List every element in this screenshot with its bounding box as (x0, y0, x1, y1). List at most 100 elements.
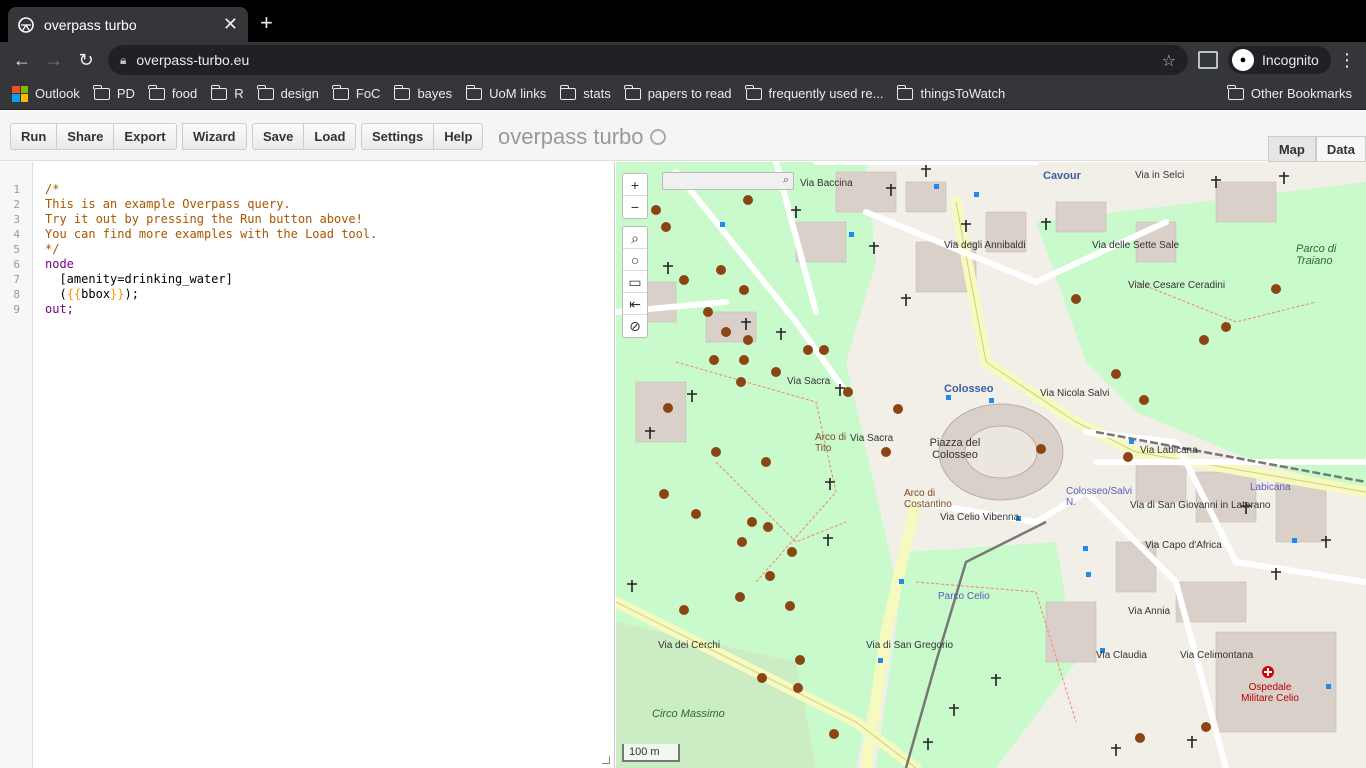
primary-button-group: Run Share Export (10, 123, 177, 150)
bookmark-folder[interactable]: stats (559, 84, 611, 101)
map-label: Via delle Sette Sale (1092, 240, 1180, 251)
map-label: Colosseo (944, 383, 994, 395)
tab-map[interactable]: Map (1267, 136, 1316, 162)
microsoft-logo-icon (12, 85, 28, 102)
map-label: Labicana (1250, 482, 1291, 493)
bookmark-label: food (171, 86, 198, 101)
app-brand: overpass turbo (498, 124, 666, 150)
lock-icon[interactable]: 🔒︎ (120, 53, 126, 68)
map-layers-icon[interactable]: ▭ (623, 271, 647, 293)
bookmark-folder[interactable]: frequently used re... (745, 84, 883, 101)
fullscreen-icon[interactable]: ⇤ (623, 293, 647, 315)
code-line: /* (45, 182, 60, 196)
bookmark-star-icon[interactable]: ☆ (1162, 51, 1176, 71)
cast-icon[interactable] (1198, 51, 1218, 69)
folder-icon (332, 84, 349, 100)
settings-button[interactable]: Settings (361, 123, 435, 150)
map-label: Via Capo d'Africa (1145, 540, 1222, 551)
url-text: overpass-turbo.eu (136, 52, 250, 68)
share-button[interactable]: Share (57, 123, 115, 150)
overpass-favicon-icon (18, 16, 34, 33)
folder-icon (393, 84, 411, 100)
bookmark-folder[interactable]: FoC (332, 84, 380, 101)
bookmark-folder[interactable]: papers to read (624, 84, 732, 101)
map-canvas[interactable] (616, 162, 1366, 768)
bookmark-folder[interactable]: design (257, 84, 319, 101)
code-line: ({{bbox}}); (45, 287, 139, 301)
zoom-out-icon[interactable]: − (623, 196, 647, 218)
map-label: Parco Celio (938, 591, 990, 602)
map-view[interactable] (616, 162, 1366, 768)
folder-icon (745, 84, 762, 100)
zoom-to-data-icon[interactable]: ⌕ (623, 227, 647, 249)
line-number: 7 (13, 273, 20, 286)
wizard-button[interactable]: Wizard (182, 123, 247, 150)
view-tabs: Map Data (1267, 136, 1366, 162)
map-label: Parco di Traiano (1296, 243, 1337, 267)
bookmark-label: Outlook (35, 86, 80, 101)
export-button[interactable]: Export (114, 123, 177, 150)
browser-menu-icon[interactable]: ⋮ (1338, 50, 1356, 70)
folder-icon (465, 84, 483, 100)
map-label: Via Labicana (1140, 445, 1198, 456)
folder-icon (1227, 84, 1244, 100)
line-number-gutter: 1 2 3 4 5 6 7 8 9 (0, 162, 33, 768)
line-number: 5 (13, 243, 20, 256)
save-button[interactable]: Save (252, 123, 305, 150)
load-button[interactable]: Load (304, 123, 357, 150)
map-label: Via Sacra (850, 433, 894, 444)
line-number: 9 (13, 303, 20, 316)
code-line: */ (45, 242, 60, 256)
folder-icon (210, 84, 228, 100)
query-editor[interactable]: 1 2 3 4 5 6 7 8 9 /* This is an example … (0, 162, 615, 768)
tab-title: overpass turbo (44, 16, 137, 33)
new-tab-icon[interactable]: + (260, 12, 273, 34)
bookmark-label: thingsToWatch (920, 86, 1006, 101)
map-label: Via degli Annibaldi (944, 240, 1026, 251)
folder-icon (559, 84, 577, 100)
profile-button[interactable]: ● Incognito (1228, 46, 1331, 74)
bookmark-folder[interactable]: bayes (393, 84, 452, 101)
app-toolbar: Run Share Export Wizard Save Load Settin… (0, 111, 1366, 161)
forward-icon[interactable]: → (44, 50, 64, 70)
map-label: Arco di Tito (815, 432, 847, 454)
map-tools: ⌕ ○ ▭ ⇤ ⊘ (622, 226, 648, 338)
map-search-input[interactable]: ⌕ (662, 172, 794, 190)
help-button[interactable]: Help (434, 123, 484, 150)
editor-resize-handle[interactable] (602, 756, 610, 764)
map-label: Circo Massimo (652, 708, 725, 720)
folder-icon (624, 84, 641, 100)
folder-icon (257, 84, 274, 100)
zoom-in-icon[interactable]: + (623, 174, 647, 196)
bookmark-label: R (234, 86, 244, 101)
other-bookmarks-folder[interactable]: Other Bookmarks (1227, 84, 1352, 101)
run-button[interactable]: Run (10, 123, 58, 150)
search-icon[interactable]: ⌕ (783, 174, 789, 187)
line-number: 1 (13, 183, 20, 196)
bookmark-item[interactable]: Outlook (12, 85, 80, 102)
settings-button-group: Settings Help (361, 123, 484, 150)
zoom-control: + − (622, 173, 648, 219)
scale-bar: 100 m (622, 744, 680, 762)
bookmark-folder[interactable]: PD (93, 84, 135, 101)
address-bar[interactable]: 🔒︎ overpass-turbo.eu ☆ (108, 45, 1188, 75)
back-icon[interactable]: ← (12, 50, 32, 70)
code-line: node (45, 257, 74, 271)
bookmark-folder[interactable]: food (148, 84, 198, 101)
clear-data-icon[interactable]: ⊘ (623, 315, 647, 337)
map-label: Via Annia (1128, 606, 1171, 617)
bookmark-label: design (280, 86, 319, 101)
map-label: Via Sacra (787, 376, 831, 387)
bookmark-folder[interactable]: UoM links (465, 84, 546, 101)
browser-tab[interactable]: overpass turbo ✕ (8, 7, 248, 42)
reload-icon[interactable]: ↻ (76, 50, 96, 70)
bookmark-folder[interactable]: thingsToWatch (896, 84, 1006, 101)
locate-icon[interactable]: ○ (623, 249, 647, 271)
code-line: Try it out by pressing the Run button ab… (45, 212, 363, 226)
tab-data[interactable]: Data (1315, 136, 1366, 162)
browser-tabstrip: overpass turbo ✕ + (0, 0, 1366, 42)
bookmark-folder[interactable]: R (210, 84, 244, 101)
bookmark-label: PD (116, 86, 135, 101)
map-label: Cavour (1043, 170, 1081, 182)
close-icon[interactable]: ✕ (223, 14, 238, 35)
